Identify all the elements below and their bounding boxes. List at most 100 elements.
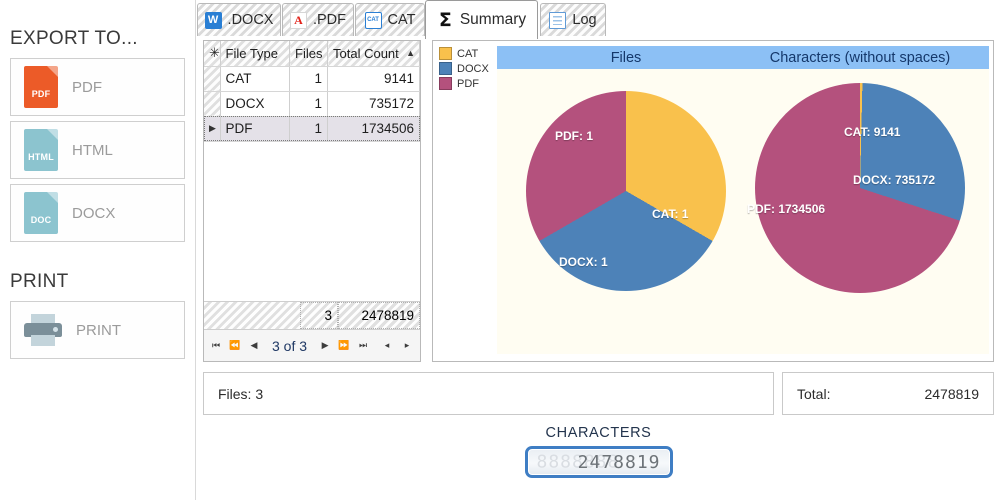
doc-file-icon-tag: DOC xyxy=(30,215,52,225)
total-status-label: Total: xyxy=(797,385,831,402)
tab-log-label: Log xyxy=(572,12,597,28)
hscroll-right-button[interactable]: ▸ xyxy=(399,338,415,354)
grid-summary-total: 2478819 xyxy=(338,302,420,329)
legend-swatch-docx xyxy=(439,62,452,75)
doc-file-icon: DOC xyxy=(24,192,58,234)
chars-slice-label-pdf: PDF: 1734506 xyxy=(747,202,826,216)
tab-docx-label: .DOCX xyxy=(227,12,274,28)
pager-next-button[interactable]: ▶ xyxy=(317,338,333,354)
files-slice-label-cat: CAT: 1 xyxy=(652,207,689,221)
tab-cat[interactable]: CAT xyxy=(355,3,425,36)
file-type-grid: ✳ File Type Files Total Count ▲ CAT 1 91… xyxy=(203,40,421,362)
files-status-bar: Files: 3 xyxy=(203,372,774,415)
chars-slice-label-docx: DOCX: 735172 xyxy=(853,173,936,187)
cell-files: 1 xyxy=(289,91,328,117)
left-sidebar: EXPORT TO... PDF PDF HTML HTML DOC DOCX … xyxy=(0,0,196,500)
table-row[interactable]: CAT 1 9141 xyxy=(204,66,420,92)
column-header-total-count[interactable]: Total Count ▲ xyxy=(327,41,420,67)
grid-pager: ⏮ ⏪ ◀ 3 of 3 ▶ ⏩ ⏭ ◂ ▸ xyxy=(204,329,420,361)
legend-swatch-pdf xyxy=(439,77,452,90)
hscroll-left-button[interactable]: ◂ xyxy=(379,338,395,354)
html-file-icon: HTML xyxy=(24,129,58,171)
column-header-files[interactable]: Files xyxy=(289,41,328,67)
tab-strip: .DOCX A .PDF CAT Σ Summary Log xyxy=(197,0,1000,39)
charts-panel: CAT DOCX PDF Files CAT: 1 DOCX: 1 PDF: 1… xyxy=(432,40,994,362)
export-html-label: HTML xyxy=(72,141,113,159)
files-chart-plot: CAT: 1 DOCX: 1 PDF: 1 xyxy=(497,69,755,354)
log-icon xyxy=(549,11,567,29)
characters-pie-chart: Characters (without spaces) CAT: 9141 DO… xyxy=(731,46,989,354)
files-pie-chart: Files CAT: 1 DOCX: 1 PDF: 1 xyxy=(497,46,755,354)
tab-cat-label: CAT xyxy=(387,12,416,28)
html-file-icon-tag: HTML xyxy=(28,152,54,162)
pdf-file-icon-tag: PDF xyxy=(31,89,51,99)
table-header-row: ✳ File Type Files Total Count ▲ xyxy=(204,41,420,67)
cell-file-type: CAT xyxy=(220,66,290,92)
grid-summary-row: 3 2478819 xyxy=(204,301,420,329)
column-header-total-count-label: Total Count xyxy=(333,45,399,61)
chars-slice-label-cat: CAT: 9141 xyxy=(844,125,901,139)
cell-files: 1 xyxy=(289,116,328,142)
printer-icon xyxy=(24,314,62,346)
print-section-title: PRINT xyxy=(10,271,69,292)
tab-pdf[interactable]: A .PDF xyxy=(282,3,354,36)
legend-item-docx: DOCX xyxy=(439,62,489,75)
pdf-file-icon: PDF xyxy=(24,66,58,108)
characters-counter: CHARACTERS 8888888 2478819 xyxy=(197,425,1000,478)
legend-swatch-cat xyxy=(439,47,452,60)
print-button[interactable]: PRINT xyxy=(10,301,185,359)
legend-item-pdf: PDF xyxy=(439,77,489,90)
tab-log[interactable]: Log xyxy=(540,3,606,36)
files-status-label: Files: 3 xyxy=(218,385,264,402)
cell-total-count: 9141 xyxy=(327,66,420,92)
legend-item-cat: CAT xyxy=(439,47,489,60)
export-html-button[interactable]: HTML HTML xyxy=(10,121,185,179)
charts-legend: CAT DOCX PDF xyxy=(439,47,489,90)
files-chart-title: Files xyxy=(497,46,755,69)
cell-file-type: PDF xyxy=(220,116,290,142)
legend-label-docx: DOCX xyxy=(457,62,489,75)
cell-file-type: DOCX xyxy=(220,91,290,117)
files-slice-label-pdf: PDF: 1 xyxy=(555,129,594,143)
characters-chart-plot: CAT: 9141 DOCX: 735172 PDF: 1734506 xyxy=(731,69,989,354)
tab-summary[interactable]: Σ Summary xyxy=(425,0,538,39)
tab-summary-label: Summary xyxy=(459,11,527,28)
pager-next-page-button[interactable]: ⏩ xyxy=(336,338,352,354)
print-button-label: PRINT xyxy=(76,321,121,339)
column-header-file-type[interactable]: File Type xyxy=(220,41,290,67)
table-row-selected[interactable]: ▶ PDF 1 1734506 xyxy=(204,116,420,142)
cat-icon xyxy=(364,11,382,29)
export-docx-button[interactable]: DOC DOCX xyxy=(10,184,185,242)
pager-prev-button[interactable]: ◀ xyxy=(246,338,262,354)
characters-counter-display: 8888888 2478819 xyxy=(524,446,673,478)
export-pdf-button[interactable]: PDF PDF xyxy=(10,58,185,116)
files-slice-label-docx: DOCX: 1 xyxy=(559,255,608,269)
sigma-icon: Σ xyxy=(438,9,452,31)
counter-value: 2478819 xyxy=(577,451,661,473)
sort-ascending-icon: ▲ xyxy=(406,48,415,59)
summary-window: EXPORT TO... PDF PDF HTML HTML DOC DOCX … xyxy=(0,0,1000,500)
legend-label-cat: CAT xyxy=(457,47,479,60)
total-status-bar: Total: 2478819 xyxy=(782,372,994,415)
horizontal-scroll-controls: ◂ ▸ xyxy=(379,338,420,354)
export-pdf-label: PDF xyxy=(72,78,102,96)
table-row[interactable]: DOCX 1 735172 xyxy=(204,91,420,117)
legend-label-pdf: PDF xyxy=(457,77,479,90)
cell-files: 1 xyxy=(289,66,328,92)
export-docx-label: DOCX xyxy=(72,204,116,222)
grid-summary-files: 3 xyxy=(300,302,338,329)
row-indicator xyxy=(204,91,221,117)
pager-first-button[interactable]: ⏮ xyxy=(208,338,224,354)
pager-last-button[interactable]: ⏭ xyxy=(355,338,371,354)
characters-pie xyxy=(755,83,965,293)
tab-docx[interactable]: .DOCX xyxy=(197,3,281,36)
export-section-title: EXPORT TO... xyxy=(10,28,138,49)
pager-prev-page-button[interactable]: ⏪ xyxy=(227,338,243,354)
row-indicator-current: ▶ xyxy=(204,116,221,142)
pager-label: 3 of 3 xyxy=(272,337,308,354)
characters-chart-title: Characters (without spaces) xyxy=(731,46,989,69)
characters-counter-label: CHARACTERS xyxy=(545,425,652,441)
pdf-icon: A xyxy=(289,11,307,29)
row-indicator-header[interactable]: ✳ xyxy=(204,41,221,67)
files-pie xyxy=(526,91,726,291)
